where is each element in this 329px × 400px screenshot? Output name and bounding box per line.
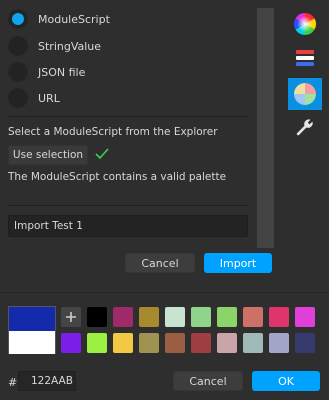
tab-import[interactable] bbox=[288, 78, 322, 110]
radio-button-checked[interactable] bbox=[8, 9, 28, 29]
use-selection-button[interactable]: Use selection bbox=[8, 145, 88, 165]
color-swatch[interactable] bbox=[243, 333, 263, 353]
radio-label: JSON file bbox=[38, 65, 86, 79]
color-swatch[interactable] bbox=[61, 333, 81, 353]
radio-label: ModuleScript bbox=[38, 12, 110, 26]
color-swatch[interactable] bbox=[139, 333, 159, 353]
color-swatch[interactable] bbox=[113, 307, 133, 327]
color-swatch[interactable] bbox=[139, 307, 159, 327]
color-swatch[interactable] bbox=[165, 333, 185, 353]
new-color-swatch bbox=[9, 307, 55, 331]
radio-button[interactable] bbox=[8, 88, 28, 108]
scrollbar[interactable] bbox=[257, 8, 274, 248]
side-tabs bbox=[288, 0, 324, 145]
color-swatch[interactable] bbox=[217, 333, 237, 353]
color-swatch[interactable] bbox=[269, 333, 289, 353]
radio-button[interactable] bbox=[8, 36, 28, 56]
color-swatch[interactable] bbox=[269, 307, 289, 327]
radio-button[interactable] bbox=[8, 62, 28, 82]
import-panel: ModuleScript StringValue JSON file URL S… bbox=[0, 0, 329, 290]
color-swatch[interactable] bbox=[243, 307, 263, 327]
color-swatch[interactable] bbox=[295, 333, 315, 353]
hex-input[interactable]: 122AAB bbox=[18, 371, 76, 391]
color-preview bbox=[8, 306, 56, 354]
checkmark-icon bbox=[95, 148, 109, 160]
color-swatch[interactable] bbox=[87, 307, 107, 327]
color-swatch[interactable] bbox=[113, 333, 133, 353]
color-swatch[interactable] bbox=[295, 307, 315, 327]
radio-stringvalue[interactable]: StringValue bbox=[8, 35, 101, 57]
module-prompt: Select a ModuleScript from the Explorer bbox=[8, 126, 218, 138]
pastel-wheel-icon bbox=[294, 83, 316, 105]
radio-label: StringValue bbox=[38, 39, 102, 53]
color-swatch[interactable] bbox=[87, 333, 107, 353]
hex-prefix: # bbox=[8, 376, 18, 389]
divider bbox=[8, 116, 248, 117]
color-swatch[interactable] bbox=[191, 307, 211, 327]
cancel-button[interactable]: Cancel bbox=[173, 371, 243, 391]
radio-label: URL bbox=[38, 91, 60, 105]
palette-name-input[interactable]: Import Test 1 bbox=[8, 215, 248, 237]
import-cancel-button[interactable]: Cancel bbox=[125, 253, 195, 273]
ok-button[interactable]: OK bbox=[252, 371, 320, 391]
clipped-text bbox=[8, 237, 248, 242]
palette-list-icon bbox=[296, 50, 314, 66]
plus-icon bbox=[66, 312, 76, 322]
radio-modulescript[interactable]: ModuleScript bbox=[8, 8, 110, 30]
color-swatch[interactable] bbox=[191, 333, 211, 353]
radio-json-file[interactable]: JSON file bbox=[8, 61, 85, 83]
tab-palettes[interactable] bbox=[288, 42, 322, 74]
add-color-button[interactable] bbox=[61, 307, 81, 327]
color-swatch[interactable] bbox=[217, 307, 237, 327]
divider bbox=[8, 205, 248, 206]
tab-settings[interactable] bbox=[288, 112, 322, 144]
color-swatch[interactable] bbox=[165, 307, 185, 327]
old-color-swatch[interactable] bbox=[9, 331, 55, 354]
radio-url[interactable]: URL bbox=[8, 87, 60, 109]
color-wheel-icon bbox=[294, 13, 316, 35]
validation-status: The ModuleScript contains a valid palett… bbox=[8, 171, 227, 183]
tab-color-wheel[interactable] bbox=[288, 8, 322, 40]
wrench-icon bbox=[296, 119, 313, 136]
import-button[interactable]: Import bbox=[204, 253, 272, 273]
